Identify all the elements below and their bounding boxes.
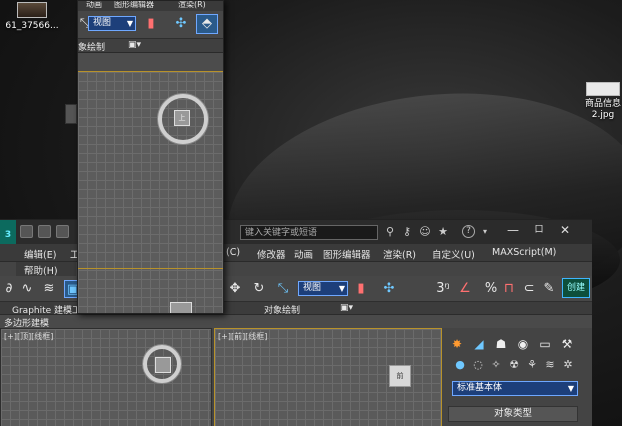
menu-help[interactable]: 帮助(H): [24, 263, 58, 277]
desktop-icon-image-2[interactable]: 商品信息 2.jpg: [584, 82, 622, 121]
shapes-icon[interactable]: ◌: [470, 357, 486, 373]
ribbon-panel: 多边形建模: [0, 315, 592, 329]
chevron-down-icon: ▼: [567, 384, 574, 393]
viewport-left[interactable]: [+][顶][线框]: [0, 328, 212, 426]
floating-ribbon-row: 象绘制 ▣▾: [78, 39, 223, 53]
menu-rendering[interactable]: 渲染(R): [383, 247, 416, 261]
star-icon[interactable]: ★: [436, 225, 450, 239]
viewcube-box-icon[interactable]: [170, 302, 192, 313]
floating-max-window: 动画 图形编辑器 渲染(R) ⤡ 视图 ▼ ▮ ✣ ⬘ 象绘制 ▣▾ 上: [77, 0, 224, 314]
bind-space-warp-icon[interactable]: ≋: [40, 280, 58, 298]
menu-edit[interactable]: 编辑(E): [24, 247, 56, 261]
keyboard-shortcut-override-icon[interactable]: ⬘: [196, 14, 218, 34]
menu-rendering[interactable]: 渲染(R): [178, 1, 206, 10]
viewcube-face-label: 上: [178, 114, 186, 122]
cameras-icon[interactable]: ☢: [506, 357, 522, 373]
pivot-center-icon[interactable]: ▮: [142, 15, 160, 33]
chevron-down-icon: ▼: [338, 284, 345, 293]
viewcube-icon[interactable]: 前: [389, 365, 411, 387]
systems-icon[interactable]: ✲: [560, 357, 576, 373]
reference-coordinate-value: 视图: [303, 283, 322, 293]
create-tab-icon[interactable]: ✸: [448, 336, 466, 352]
select-manipulate-icon[interactable]: ✣: [172, 15, 190, 33]
reference-coordinate-dropdown[interactable]: 视图 ▼: [88, 16, 136, 31]
viewcube-box-icon[interactable]: [155, 357, 171, 373]
select-manipulate-icon[interactable]: ✣: [380, 280, 398, 298]
menu-maxscript[interactable]: MAXScript(M): [492, 247, 556, 258]
display-tab-icon[interactable]: ▭: [536, 336, 554, 352]
chevron-down-icon[interactable]: ▾: [478, 225, 492, 239]
select-scale-icon[interactable]: ⤡: [274, 280, 292, 298]
desktop-icon-label: 61_37566...: [5, 21, 59, 31]
spinner-snap-icon[interactable]: ⊓: [500, 280, 518, 298]
search-input[interactable]: 键入关键字或短语: [240, 225, 378, 240]
image-thumbnail-icon: [586, 82, 620, 96]
desktop-icon-label: 商品信息 2.jpg: [584, 99, 621, 120]
menu-graph-editors[interactable]: 图形编辑器: [114, 1, 154, 10]
image-thumbnail-icon: [17, 2, 47, 18]
object-type-rollout[interactable]: 对象类型: [448, 406, 578, 422]
key-icon[interactable]: ⚷: [400, 225, 414, 239]
hierarchy-tab-icon[interactable]: ☗: [492, 336, 510, 352]
angle-snap-icon[interactable]: ∠: [456, 280, 474, 298]
floating-toolbar: ⤡ 视图 ▼ ▮ ✣ ⬘: [78, 11, 223, 39]
object-category-value: 标准基本体: [457, 383, 503, 393]
command-panel: ✸ ◢ ☗ ◉ ▭ ⚒ ● ◌ ✧ ☢ ⚘ ≋ ✲ 标准基本体 ▼ 对象类型: [444, 332, 592, 426]
helpers-icon[interactable]: ⚘: [524, 357, 540, 373]
lights-icon[interactable]: ✧: [488, 357, 504, 373]
menu-graph-editors[interactable]: 图形编辑器: [323, 247, 371, 261]
viewport-label[interactable]: [+][前][线框]: [218, 331, 267, 342]
object-category-dropdown[interactable]: 标准基本体 ▼: [452, 381, 578, 396]
chevron-down-icon: ▼: [126, 19, 133, 28]
viewcube-ring-icon[interactable]: 上: [158, 94, 208, 144]
create-selection-set-button[interactable]: 创建: [562, 278, 590, 298]
link-icon[interactable]: ∂: [0, 280, 18, 298]
reference-coordinate-dropdown[interactable]: 视图 ▼: [298, 281, 348, 296]
named-selection-icon[interactable]: ✎: [540, 280, 558, 298]
pivot-center-icon[interactable]: ▮: [352, 280, 370, 298]
geometry-icon[interactable]: ●: [452, 357, 468, 373]
menu-create[interactable]: (C): [226, 247, 240, 258]
viewcube-face-label: 前: [396, 372, 404, 380]
viewcube-box-icon[interactable]: 上: [174, 110, 190, 126]
ribbon-options-icon[interactable]: ▣▾: [340, 303, 353, 313]
close-button[interactable]: ✕: [554, 221, 576, 239]
floating-menu-bar: 动画 图形编辑器 渲染(R): [78, 1, 223, 11]
menu-animation[interactable]: 动画: [294, 247, 313, 261]
binoculars-icon[interactable]: ⚲: [383, 225, 397, 239]
viewport-label[interactable]: [+][顶][线框]: [4, 331, 53, 342]
viewport-divider: [78, 268, 223, 269]
snaps-toggle-button[interactable]: 3ᵑ: [434, 280, 452, 298]
menu-animation[interactable]: 动画: [86, 1, 102, 10]
menu-customize[interactable]: 自定义(U): [432, 247, 475, 261]
select-rotate-icon[interactable]: ↻: [250, 280, 268, 298]
side-tab[interactable]: [65, 104, 77, 124]
maximize-button[interactable]: 口: [528, 221, 550, 239]
percent-snap-label: %: [484, 281, 498, 296]
menu-bar-row-2: 帮助(H): [16, 262, 76, 277]
desktop-icon-image-1[interactable]: 61_37566...: [2, 2, 62, 32]
select-move-icon[interactable]: ✥: [226, 280, 244, 298]
motion-tab-icon[interactable]: ◉: [514, 336, 532, 352]
help-button[interactable]: ?: [462, 225, 475, 238]
menu-modifiers[interactable]: 修改器: [257, 247, 286, 261]
person-icon[interactable]: ☺: [418, 225, 432, 239]
save-file-icon[interactable]: [56, 225, 69, 238]
reference-coordinate-value: 视图: [93, 18, 112, 28]
viewport-front[interactable]: [+][前][线框] 前: [214, 328, 442, 426]
percent-snap-button[interactable]: %: [482, 280, 500, 298]
floating-ribbon-panel: [78, 53, 223, 71]
open-file-icon[interactable]: [38, 225, 51, 238]
viewcube-ring-icon[interactable]: [143, 345, 181, 383]
modify-tab-icon[interactable]: ◢: [470, 336, 488, 352]
edit-named-selection-icon[interactable]: ⊂: [520, 280, 538, 298]
ribbon-tab-object-paint[interactable]: 象绘制: [78, 40, 105, 53]
unlink-icon[interactable]: ∿: [18, 280, 36, 298]
minimize-button[interactable]: —: [502, 221, 524, 239]
ribbon-options-icon[interactable]: ▣▾: [128, 40, 141, 50]
utilities-tab-icon[interactable]: ⚒: [558, 336, 576, 352]
new-file-icon[interactable]: [20, 225, 33, 238]
space-warps-icon[interactable]: ≋: [542, 357, 558, 373]
floating-viewport[interactable]: 上: [78, 71, 223, 313]
